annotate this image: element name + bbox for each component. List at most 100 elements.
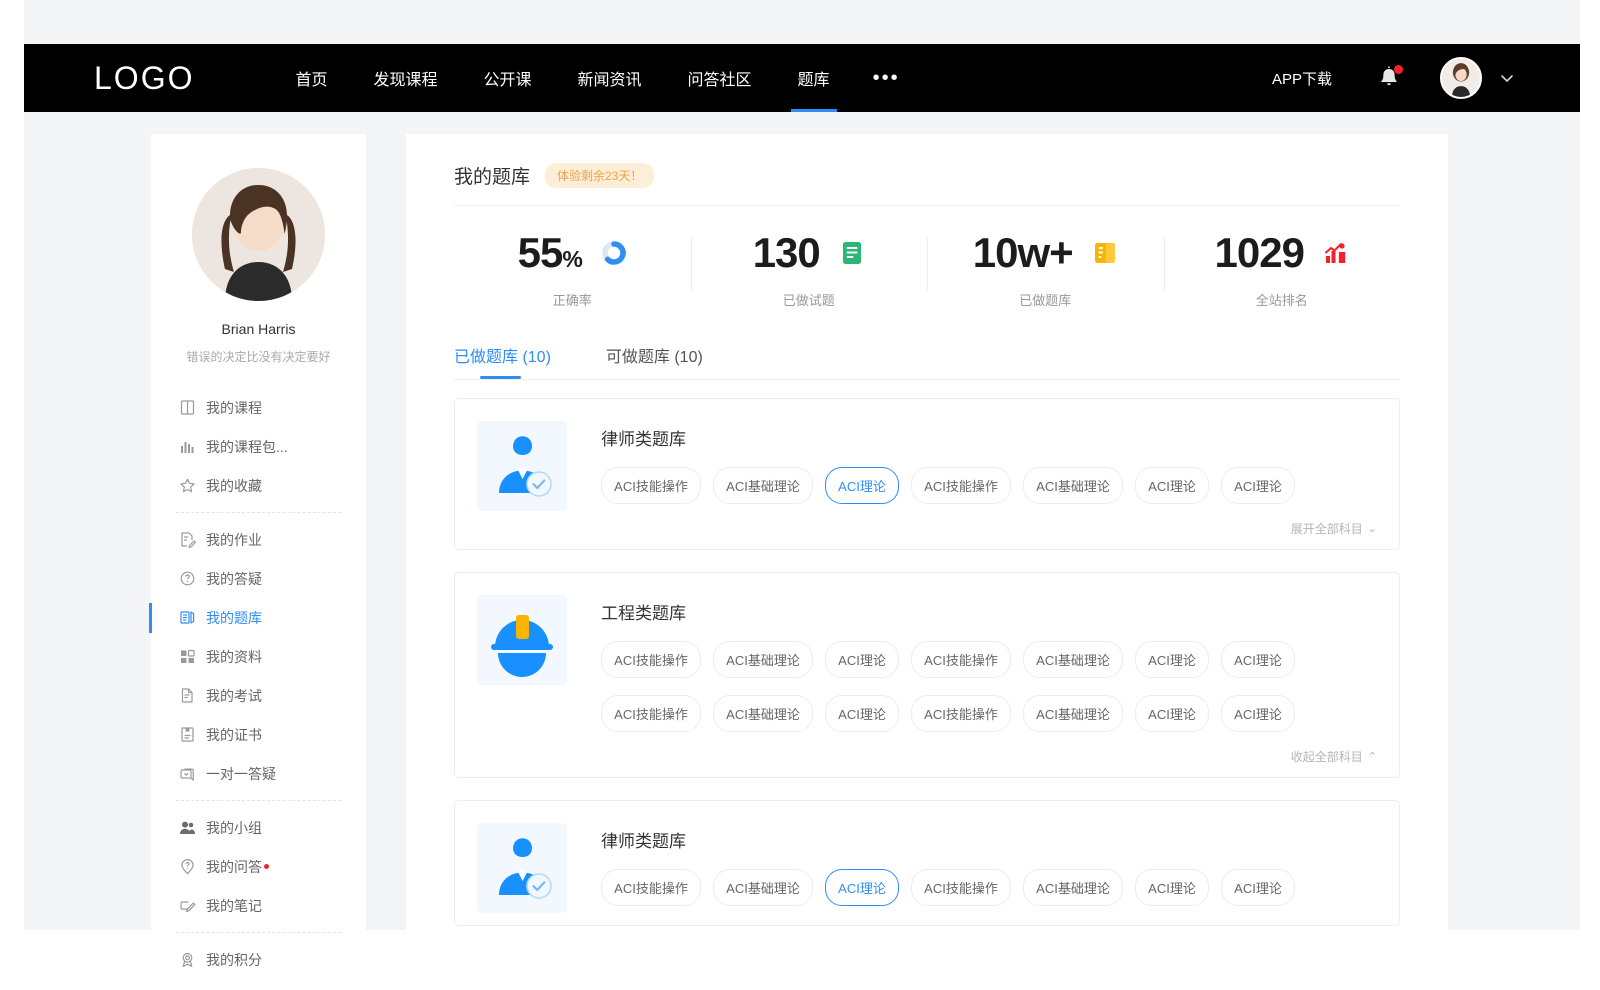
bar-chart-icon — [179, 438, 196, 455]
notification-bell-button[interactable] — [1378, 66, 1400, 90]
subject-tag[interactable]: ACI基础理论 — [1023, 467, 1123, 504]
sidebar-item-11[interactable]: 我的问答 — [151, 847, 366, 886]
sidebar-item-label: 我的问答 — [206, 859, 262, 875]
sidebar-item-4[interactable]: 我的答疑 — [151, 559, 366, 598]
profile-avatar[interactable] — [192, 168, 325, 301]
sidebar-item-10[interactable]: 我的小组 — [151, 808, 366, 847]
sidebar-item-label: 我的证书 — [206, 727, 262, 743]
tab-0[interactable]: 已做题库 (10) — [454, 343, 551, 379]
question-bank-card[interactable]: 工程类题库ACI技能操作ACI基础理论ACI理论ACI技能操作ACI基础理论AC… — [454, 572, 1400, 778]
stat-number: 130 — [753, 229, 820, 276]
chevron-down-icon[interactable] — [1500, 71, 1514, 85]
stat-number: 10w+ — [973, 229, 1073, 276]
question-bank-card[interactable]: 律师类题库ACI技能操作ACI基础理论ACI理论ACI技能操作ACI基础理论AC… — [454, 800, 1400, 926]
profile-avatar-icon — [192, 168, 325, 301]
expand-subjects-link[interactable]: 收起全部科目⌃ — [601, 748, 1377, 765]
stat-value: 55% — [518, 232, 582, 274]
subject-tag[interactable]: ACI理论 — [1135, 695, 1209, 732]
book-icon — [179, 399, 196, 416]
nav-item-4[interactable]: 问答社区 — [665, 44, 775, 112]
sidebar-item-5[interactable]: 我的题库 — [151, 598, 366, 637]
subject-tag[interactable]: ACI基础理论 — [1023, 869, 1123, 906]
sidebar-item-label: 我的考试 — [206, 688, 262, 704]
main-panel: 我的题库 体验剩余23天！ 55%正确率130已做试题10w+已做题库1029全… — [406, 134, 1448, 930]
profile-name: Brian Harris — [151, 321, 366, 337]
question-bank-card[interactable]: 律师类题库ACI技能操作ACI基础理论ACI理论ACI技能操作ACI基础理论AC… — [454, 398, 1400, 550]
subject-tag[interactable]: ACI技能操作 — [601, 467, 701, 504]
sidebar-divider — [176, 512, 341, 513]
subject-tag[interactable]: ACI理论 — [825, 641, 899, 678]
expand-subjects-link[interactable]: 展开全部科目⌄ — [601, 520, 1377, 537]
sidebar-item-13[interactable]: 我的积分 — [151, 940, 366, 979]
nav-more-button[interactable]: ••• — [853, 44, 920, 112]
star-icon — [179, 477, 196, 494]
subject-tag[interactable]: ACI理论 — [1221, 467, 1295, 504]
nav-item-1[interactable]: 发现课程 — [350, 44, 460, 112]
subject-tag[interactable]: ACI技能操作 — [601, 695, 701, 732]
nav-item-2[interactable]: 公开课 — [461, 44, 555, 112]
subject-tag[interactable]: ACI理论 — [1221, 869, 1295, 906]
subject-tag[interactable]: ACI基础理论 — [713, 869, 813, 906]
chat-icon — [179, 765, 196, 782]
tab-1[interactable]: 可做题库 (10) — [606, 343, 703, 379]
sidebar-item-label: 我的课程 — [206, 400, 262, 416]
stat-card-3: 1029全站排名 — [1164, 232, 1401, 309]
subject-tag[interactable]: ACI理论 — [825, 695, 899, 732]
user-avatar-icon — [1442, 59, 1480, 97]
subject-tag[interactable]: ACI理论 — [1135, 467, 1209, 504]
subject-tag[interactable]: ACI技能操作 — [911, 641, 1011, 678]
subject-tag[interactable]: ACI基础理论 — [1023, 695, 1123, 732]
subject-tag[interactable]: ACI基础理论 — [713, 467, 813, 504]
medal-icon — [179, 951, 196, 968]
notification-badge-dot — [1394, 65, 1403, 74]
subject-tag[interactable]: ACI理论 — [1135, 641, 1209, 678]
nav-item-5[interactable]: 题库 — [775, 44, 853, 112]
sidebar-item-3[interactable]: 我的作业 — [151, 520, 366, 559]
subject-tag[interactable]: ACI理论 — [1135, 869, 1209, 906]
app-download-link[interactable]: APP下载 — [1272, 68, 1332, 89]
sidebar-item-12[interactable]: 我的笔记 — [151, 886, 366, 925]
stat-card-2: 10w+已做题库 — [927, 232, 1164, 309]
subject-tag[interactable]: ACI技能操作 — [601, 641, 701, 678]
subject-tag[interactable]: ACI技能操作 — [911, 869, 1011, 906]
nav-item-3[interactable]: 新闻资讯 — [555, 44, 665, 112]
subject-tag[interactable]: ACI技能操作 — [601, 869, 701, 906]
nav-item-0[interactable]: 首页 — [272, 44, 350, 112]
card-body: 律师类题库ACI技能操作ACI基础理论ACI理论ACI技能操作ACI基础理论AC… — [601, 823, 1377, 913]
site-logo[interactable]: LOGO — [94, 60, 194, 97]
book-icon — [179, 399, 196, 416]
avatar[interactable] — [1440, 57, 1482, 99]
stat-label: 已做试题 — [783, 290, 835, 309]
expand-subjects-label: 收起全部科目 — [1291, 748, 1363, 765]
subject-tag[interactable]: ACI基础理论 — [713, 641, 813, 678]
sidebar-item-2[interactable]: 我的收藏 — [151, 466, 366, 505]
stat-label: 全站排名 — [1256, 290, 1308, 309]
header-divider — [454, 205, 1400, 206]
sidebar-menu: 我的课程我的课程包... 我的收藏我的作业我的答疑我的题库我的资料我的考试我的证书… — [151, 388, 366, 979]
subject-tag[interactable]: ACI理论 — [825, 467, 899, 504]
subject-tag[interactable]: ACI基础理论 — [1023, 641, 1123, 678]
sidebar-item-label: 我的答疑 — [206, 571, 262, 587]
subject-tag[interactable]: ACI技能操作 — [911, 695, 1011, 732]
donut-progress-icon — [601, 240, 627, 266]
stat-value: 130 — [753, 232, 820, 274]
tag-row: ACI技能操作 ACI基础理论 ACI理论 ACI技能操作 ACI基础理论 ACI理论 AC… — [601, 467, 1377, 504]
subject-tag[interactable]: ACI理论 — [825, 869, 899, 906]
subject-tag[interactable]: ACI基础理论 — [713, 695, 813, 732]
subject-tag[interactable]: ACI理论 — [1221, 695, 1295, 732]
sidebar-item-8[interactable]: 我的证书 — [151, 715, 366, 754]
helmet-icon — [477, 595, 567, 685]
subject-tag[interactable]: ACI理论 — [1221, 641, 1295, 678]
sidebar-item-7[interactable]: 我的考试 — [151, 676, 366, 715]
sidebar-item-9[interactable]: 一对一答疑 — [151, 754, 366, 793]
tag-row: ACI技能操作 ACI基础理论 ACI理论 ACI技能操作 ACI基础理论 ACI理论 AC… — [601, 695, 1377, 732]
green-note-icon — [839, 240, 865, 266]
sidebar-item-label: 我的课程包... — [206, 439, 288, 455]
sidebar-item-0[interactable]: 我的课程 — [151, 388, 366, 427]
tab-bar: 已做题库 (10) 可做题库 (10) — [454, 343, 1448, 379]
sidebar-item-1[interactable]: 我的课程包... — [151, 427, 366, 466]
sidebar-item-6[interactable]: 我的资料 — [151, 637, 366, 676]
subject-tag[interactable]: ACI技能操作 — [911, 467, 1011, 504]
sidebar-item-label: 我的资料 — [206, 649, 262, 665]
certificate-icon — [179, 726, 196, 743]
